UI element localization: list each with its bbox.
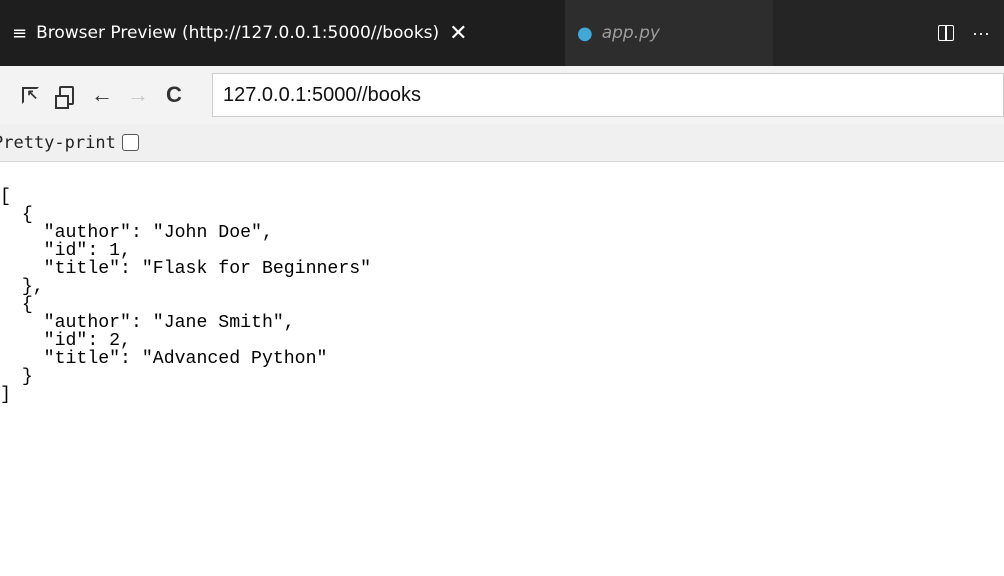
json-line: "id": 2, <box>0 331 131 351</box>
arrow-right-icon: → <box>127 82 149 107</box>
json-line: "author": "John Doe", <box>0 223 273 243</box>
json-line: "id": 1, <box>0 241 131 261</box>
menu-lines-icon: ≡ <box>12 22 28 44</box>
tab-label: Browser Preview (http://127.0.0.1:5000//… <box>36 23 440 43</box>
pretty-print-label: Pretty-print <box>0 132 116 153</box>
json-line: "title": "Advanced Python" <box>0 349 328 369</box>
python-icon: ● <box>577 22 593 44</box>
json-line: { <box>0 295 33 315</box>
editor-tab-bar: ≡ Browser Preview (http://127.0.0.1:5000… <box>0 0 1004 66</box>
more-actions-icon[interactable]: ··· <box>972 23 990 44</box>
json-line: }, <box>0 277 44 297</box>
browser-nav-bar: ← → C <box>0 66 1004 124</box>
json-line: "title": "Flask for Beginners" <box>0 259 372 279</box>
inspect-button[interactable] <box>12 77 48 113</box>
json-line: [ <box>0 187 11 207</box>
reload-button[interactable]: C <box>156 77 192 113</box>
json-line: "author": "Jane Smith", <box>0 313 295 333</box>
json-line: ] <box>0 385 11 405</box>
tab-bar-spacer <box>773 0 939 66</box>
pretty-print-checkbox[interactable] <box>121 134 139 151</box>
split-editor-icon[interactable] <box>938 25 955 41</box>
page-content: [ { "author": "John Doe", "id": 1, "titl… <box>0 162 1004 576</box>
device-toolbar-button[interactable] <box>48 77 84 113</box>
reload-icon: C <box>166 82 182 107</box>
close-icon[interactable]: ✕ <box>449 21 467 46</box>
json-line: } <box>0 367 33 387</box>
json-line: { <box>0 205 33 225</box>
tab-actions: ··· <box>938 0 1004 66</box>
back-button[interactable]: ← <box>84 77 120 113</box>
tab-app-py[interactable]: ● app.py <box>565 0 773 66</box>
pretty-print-bar: Pretty-print <box>0 124 1004 162</box>
device-emulation-icon <box>54 85 74 109</box>
url-input[interactable] <box>212 73 1004 117</box>
tab-browser-preview[interactable]: ≡ Browser Preview (http://127.0.0.1:5000… <box>0 0 565 66</box>
arrow-left-icon: ← <box>91 82 113 107</box>
forward-button[interactable]: → <box>120 77 156 113</box>
tab-label: app.py <box>601 23 660 43</box>
json-response: [ { "author": "John Doe", "id": 1, "titl… <box>0 188 371 404</box>
inspect-element-icon <box>21 86 39 104</box>
